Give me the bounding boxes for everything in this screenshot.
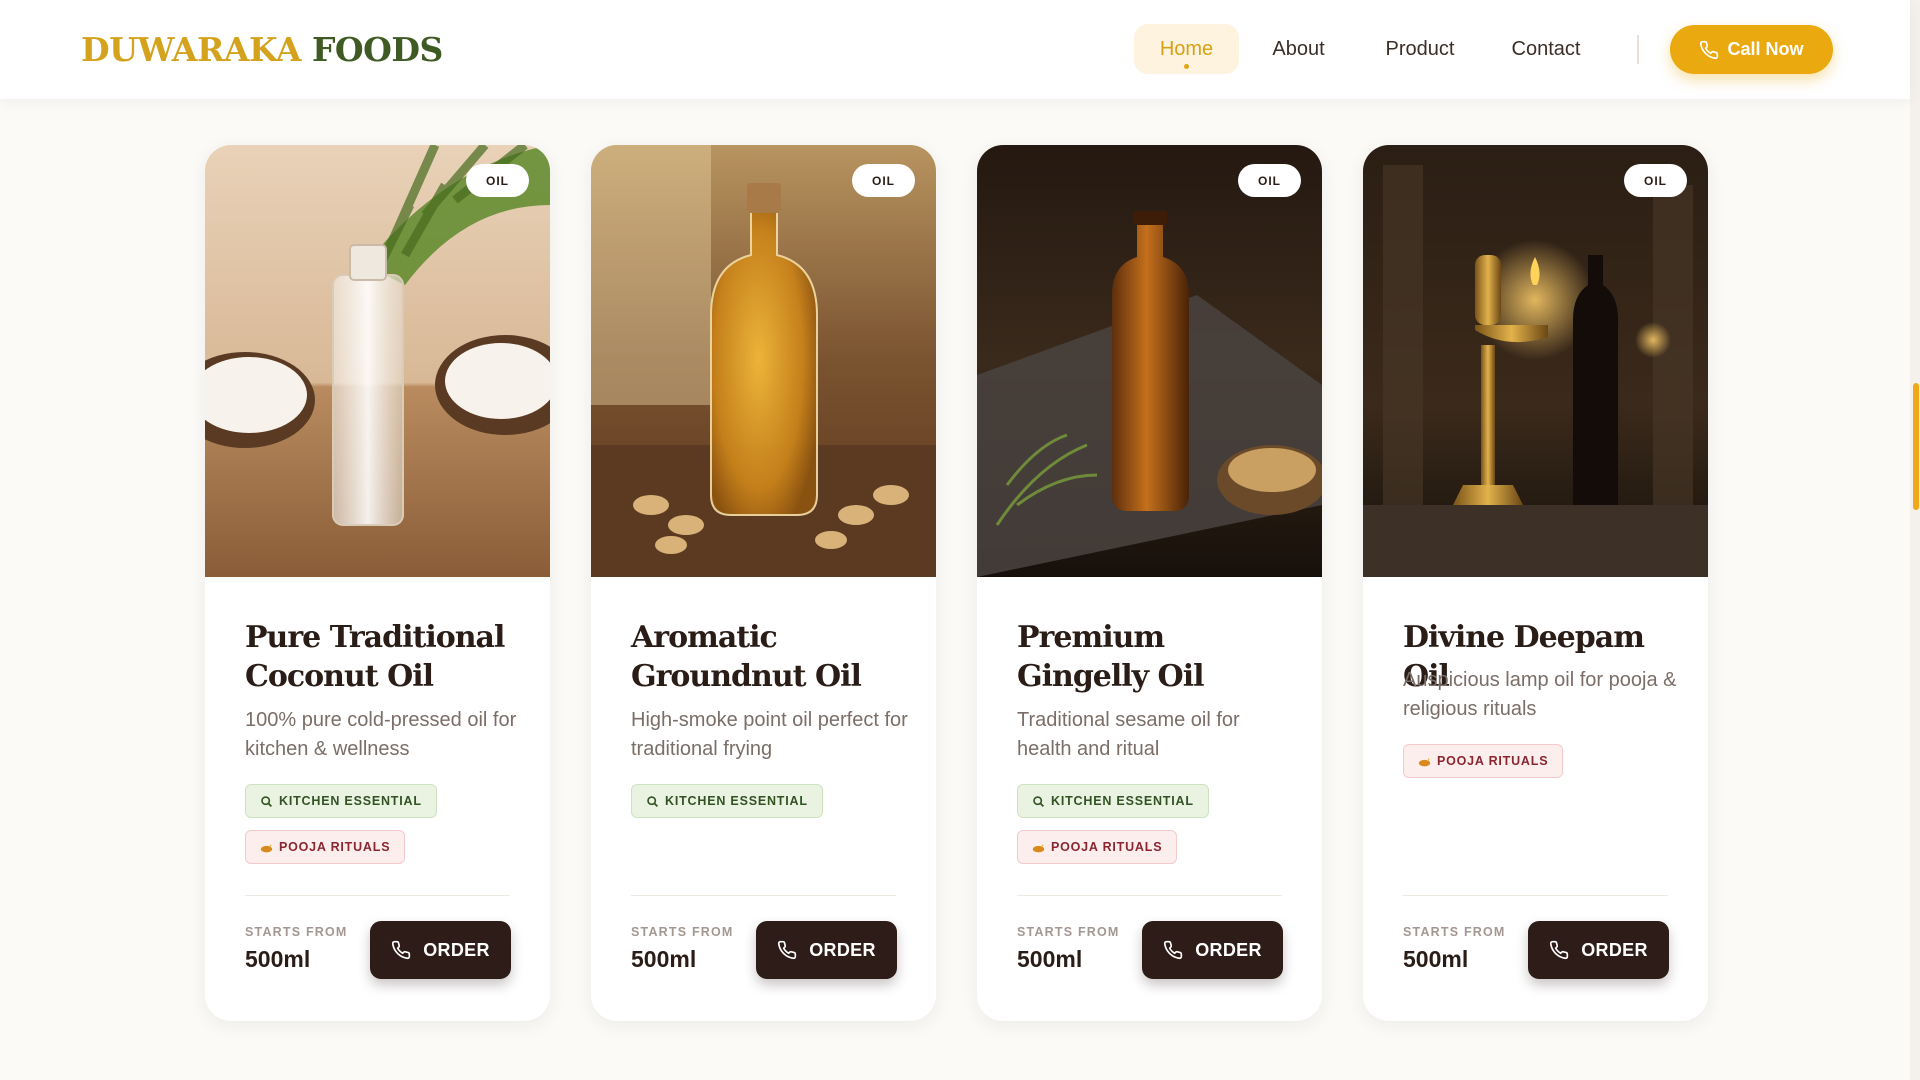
product-description: 100% pure cold-pressed oil for kitchen &…	[245, 709, 517, 760]
search-icon	[261, 795, 273, 807]
tag-kitchen-essential: KITCHEN ESSENTIAL	[245, 784, 437, 818]
nav-about-label: About	[1272, 37, 1325, 60]
search-icon	[647, 795, 659, 807]
page-scrollbar[interactable]	[1910, 0, 1920, 1080]
order-label: ORDER	[809, 939, 876, 960]
order-button[interactable]: ORDER	[370, 921, 511, 979]
tag-label: KITCHEN ESSENTIAL	[1051, 794, 1194, 808]
phone-icon	[1700, 40, 1719, 59]
lamp-icon	[1032, 843, 1045, 852]
category-badge: OIL	[852, 164, 915, 197]
nav-product-label: Product	[1385, 37, 1455, 60]
category-badge: OIL	[1238, 164, 1301, 197]
product-image-coconut-oil[interactable]	[205, 145, 550, 577]
call-now-button[interactable]: Call Now	[1670, 25, 1833, 74]
category-badge: OIL	[466, 164, 529, 197]
card-divider	[1403, 895, 1668, 896]
nav-contact[interactable]: Contact	[1482, 24, 1610, 74]
nav-divider	[1637, 35, 1639, 64]
nav-about[interactable]: About	[1239, 24, 1358, 74]
phone-icon	[392, 940, 411, 960]
product-card-gingelly[interactable]: OIL Premium Gingelly Oil Traditional ses…	[977, 145, 1322, 1021]
lamp-icon	[260, 843, 273, 852]
starts-from-label: STARTS FROM	[1017, 925, 1120, 939]
product-title: Aromatic Groundnut Oil	[631, 620, 862, 694]
brand-word-1: DUWARAKA	[81, 30, 301, 69]
tag-kitchen-essential: KITCHEN ESSENTIAL	[631, 784, 823, 818]
scrollbar-thumb[interactable]	[1913, 383, 1919, 510]
order-button[interactable]: ORDER	[1142, 921, 1283, 979]
main-nav: Home About Product Contact	[1134, 24, 1610, 74]
phone-icon	[1550, 940, 1569, 960]
product-description: Auspicious lamp oil for pooja & religiou…	[1403, 669, 1677, 720]
product-image-deepam-oil[interactable]	[1363, 145, 1708, 577]
nav-contact-label: Contact	[1511, 37, 1581, 60]
order-label: ORDER	[1195, 939, 1262, 960]
tag-pooja-rituals: POOJA RITUALS	[1017, 830, 1178, 864]
product-size: 500ml	[1403, 946, 1469, 972]
card-divider	[245, 895, 510, 896]
starts-from-label: STARTS FROM	[631, 925, 734, 939]
tag-pooja-rituals: POOJA RITUALS	[1403, 744, 1564, 778]
card-divider	[631, 895, 896, 896]
product-card-groundnut[interactable]: OIL Aromatic Groundnut Oil High-smoke po…	[591, 145, 936, 1021]
tag-kitchen-essential: KITCHEN ESSENTIAL	[1017, 784, 1209, 818]
card-divider	[1017, 895, 1282, 896]
product-size: 500ml	[1017, 946, 1083, 972]
product-card-deepam[interactable]: OIL Divine Deepam Oil Auspicious lamp oi…	[1363, 145, 1708, 1021]
phone-icon	[778, 940, 797, 960]
nav-product[interactable]: Product	[1358, 24, 1482, 74]
order-label: ORDER	[423, 939, 490, 960]
tag-label: KITCHEN ESSENTIAL	[279, 794, 422, 808]
lamp-icon	[1418, 757, 1431, 766]
product-title: Premium Gingelly Oil	[1017, 620, 1205, 694]
product-size: 500ml	[631, 946, 697, 972]
brand-logo[interactable]: DUWARAKA FOODS	[81, 30, 443, 69]
search-icon	[1033, 795, 1045, 807]
starts-from-label: STARTS FROM	[245, 925, 348, 939]
product-description: High-smoke point oil perfect for traditi…	[631, 709, 908, 760]
active-indicator-dot	[1184, 64, 1189, 69]
product-image-gingelly-oil[interactable]	[977, 145, 1322, 577]
call-now-label: Call Now	[1727, 39, 1804, 59]
category-badge: OIL	[1624, 164, 1687, 197]
product-image-groundnut-oil[interactable]	[591, 145, 936, 577]
product-title: Pure Traditional Coconut Oil	[245, 620, 505, 694]
order-button[interactable]: ORDER	[756, 921, 897, 979]
product-description: Traditional sesame oil for health and ri…	[1017, 709, 1240, 760]
product-card-coconut[interactable]: OIL Pure Traditional Coconut Oil 100% pu…	[205, 145, 550, 1021]
tag-label: POOJA RITUALS	[279, 840, 391, 854]
order-button[interactable]: ORDER	[1528, 921, 1669, 979]
starts-from-label: STARTS FROM	[1403, 925, 1506, 939]
phone-icon	[1164, 940, 1183, 960]
tag-label: KITCHEN ESSENTIAL	[665, 794, 808, 808]
product-size: 500ml	[245, 946, 311, 972]
tag-label: POOJA RITUALS	[1051, 840, 1163, 854]
nav-home-label: Home	[1159, 37, 1214, 60]
nav-home[interactable]: Home	[1134, 24, 1239, 74]
tag-pooja-rituals: POOJA RITUALS	[245, 830, 406, 864]
order-label: ORDER	[1581, 939, 1648, 960]
site-header: DUWARAKA FOODS Home About Product Contac…	[0, 0, 1910, 99]
brand-word-2: FOODS	[311, 30, 443, 69]
tag-label: POOJA RITUALS	[1437, 754, 1549, 768]
